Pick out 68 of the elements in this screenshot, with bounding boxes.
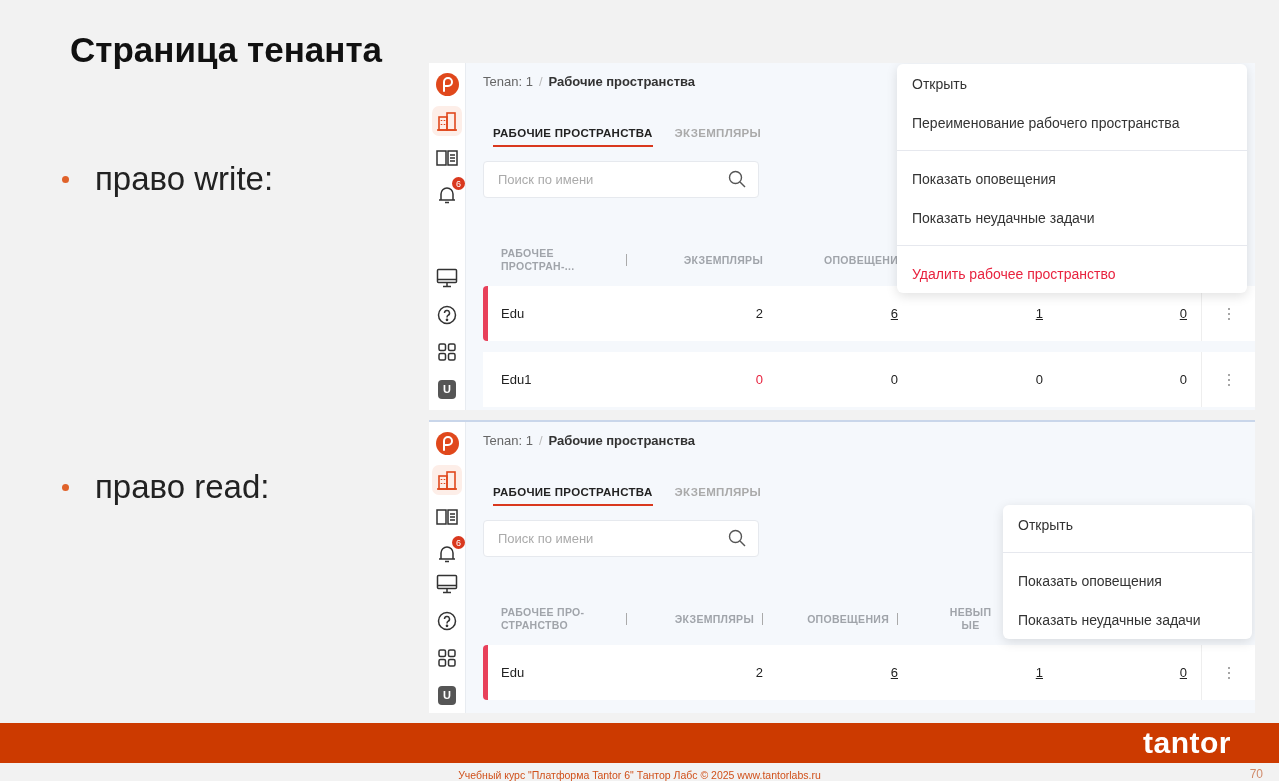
help-icon[interactable] (437, 305, 457, 325)
book-icon[interactable] (436, 508, 458, 526)
column-header: НЕВЫП ЫЕ (948, 606, 993, 632)
count-link[interactable]: 0 (1179, 665, 1187, 680)
logo-icon[interactable] (435, 431, 459, 455)
bullet-text: право write: (95, 160, 274, 198)
menu-item[interactable]: Показать неудачные задачи (1003, 600, 1252, 639)
menu-item[interactable]: Показать неудачные задачи (897, 198, 1247, 246)
breadcrumb-link[interactable]: Tenan: 1 (483, 432, 533, 448)
menu-item[interactable]: Открыть (1003, 505, 1252, 553)
avatar[interactable]: U (438, 685, 456, 705)
breadcrumb-current: Рабочие пространства (548, 73, 696, 89)
notification-badge: 6 (452, 177, 465, 190)
workspace-name: Edu1 (501, 372, 532, 387)
tab[interactable]: РАБОЧИЕ ПРОСТРАНСТВА (493, 127, 653, 147)
bullet-dot (62, 483, 69, 491)
menu-item[interactable]: Показать оповещения (1003, 561, 1252, 600)
bullet-text: право read: (95, 468, 270, 506)
grid-icon[interactable] (438, 649, 456, 667)
count-link[interactable]: 1 (1035, 306, 1043, 321)
search-icon[interactable] (728, 529, 746, 547)
menu-item[interactable]: Открыть (897, 64, 1247, 103)
column-header: ОПОВЕЩЕНИЯ (807, 612, 889, 626)
column-header: РАБОЧЕЕ ПРОСТРАН-... (501, 247, 576, 273)
table-cell: 0 (755, 372, 763, 387)
column-header: ЭКЗЕМПЛЯРЫ (674, 612, 754, 626)
workspace-name: Edu (501, 306, 525, 321)
bullet-dot (62, 175, 69, 183)
count-link[interactable]: 1 (1035, 665, 1043, 680)
search-field[interactable]: Поиск по имени (483, 520, 759, 557)
help-icon[interactable] (437, 611, 457, 631)
table-row[interactable]: Edu 2 6 1 0 (483, 286, 1255, 341)
bell-icon[interactable] (437, 544, 457, 564)
notification-badge: 6 (452, 536, 465, 549)
monitor-icon[interactable] (436, 574, 458, 594)
column-header: ЭКЗЕМПЛЯРЫ (683, 253, 763, 267)
avatar[interactable]: U (438, 379, 456, 399)
search-field[interactable]: Поиск по имени (483, 161, 759, 198)
table-row[interactable]: Edu1 0 0 0 0 (483, 352, 1255, 407)
search-icon[interactable] (728, 170, 746, 188)
menu-item[interactable]: Показать оповещения (897, 159, 1247, 198)
grid-icon[interactable] (438, 343, 456, 361)
footer-text: Учебный курс "Платформа Tantor 6" Тантор Лабс © 2025 www.tantorlabs.ru (458, 769, 821, 781)
count-link[interactable]: 6 (890, 306, 898, 321)
table-cell: 0 (1179, 372, 1187, 387)
count-link[interactable]: 0 (1179, 306, 1187, 321)
page-number: 70 (1249, 767, 1263, 781)
count-link[interactable]: 6 (890, 665, 898, 680)
tab[interactable]: РАБОЧИЕ ПРОСТРАНСТВА (493, 486, 653, 506)
table-row[interactable]: Edu 2 6 1 0 (483, 645, 1255, 700)
table-cell: 2 (755, 306, 763, 321)
table-cell: 0 (890, 372, 898, 387)
column-header: ОПОВЕЩЕНИ (824, 253, 898, 267)
breadcrumb-current: Рабочие пространства (548, 432, 696, 448)
breadcrumb-separator: / (538, 432, 543, 448)
brand-logo: tantor (1143, 726, 1231, 760)
breadcrumb-separator: / (538, 73, 543, 89)
logo-icon[interactable] (435, 72, 459, 96)
menu-item[interactable]: Переименование рабочего пространства (897, 103, 1247, 151)
monitor-icon[interactable] (436, 268, 458, 288)
book-icon[interactable] (436, 149, 458, 167)
bell-icon[interactable] (437, 185, 457, 205)
column-header: РАБОЧЕЕ ПРО-СТРАНСТВО (501, 606, 586, 632)
table-cell: 2 (755, 665, 763, 680)
workspace-name: Edu (501, 665, 525, 680)
slide-title: Страница тенанта (70, 30, 382, 70)
table-cell: 0 (1035, 372, 1043, 387)
breadcrumb-link[interactable]: Tenan: 1 (483, 73, 533, 89)
